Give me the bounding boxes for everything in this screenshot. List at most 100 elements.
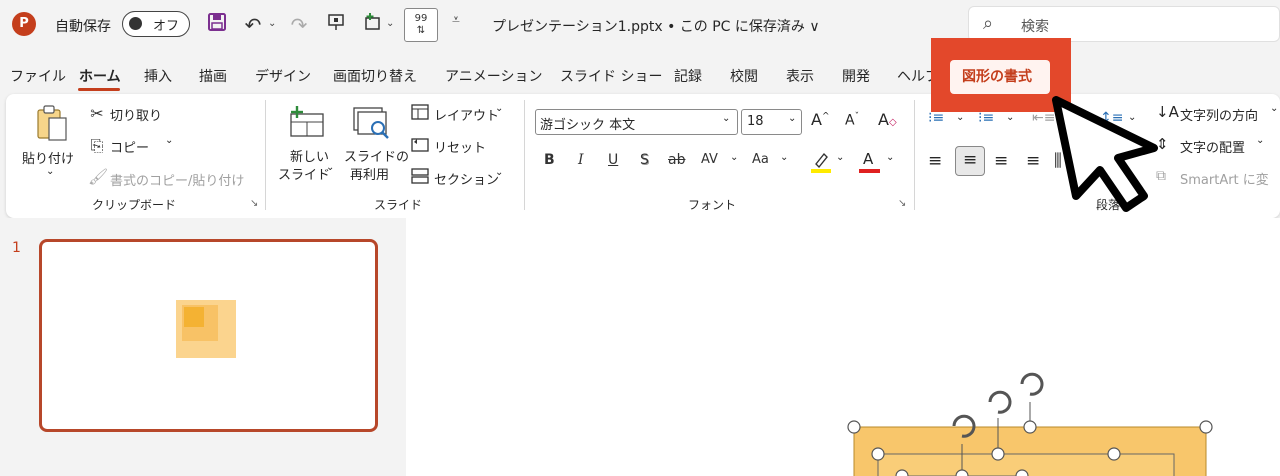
powerpoint-logo: P bbox=[12, 12, 36, 36]
document-title[interactable]: プレゼンテーション1.pptx • この PC に保存済み ∨ bbox=[492, 16, 820, 36]
search-box[interactable]: ⌕ 検索 bbox=[968, 6, 1280, 42]
layout-button[interactable]: レイアウト bbox=[434, 105, 499, 124]
font-color-dropdown-icon[interactable]: ⌄ bbox=[886, 152, 894, 163]
text-direction-dropdown-icon[interactable]: ⌄ bbox=[1270, 103, 1278, 114]
shadow-button[interactable]: S bbox=[640, 152, 649, 168]
tab-home[interactable]: ホーム bbox=[79, 66, 121, 86]
slide-number: 1 bbox=[12, 240, 21, 256]
copy-icon: ⎘ bbox=[90, 136, 104, 155]
font-size-select[interactable]: 18 ⌄ bbox=[741, 109, 802, 135]
font-color-icon[interactable]: A bbox=[859, 150, 881, 174]
cut-button[interactable]: 切り取り bbox=[110, 105, 162, 124]
reuse-slides-label-1[interactable]: スライドの bbox=[344, 146, 409, 165]
italic-button[interactable]: I bbox=[578, 152, 584, 168]
redo-icon: ↷ bbox=[290, 13, 308, 37]
align-right-icon[interactable]: ≡ bbox=[994, 151, 1008, 171]
clipboard-launcher-icon[interactable]: ↘ bbox=[250, 198, 258, 209]
search-placeholder: 検索 bbox=[1021, 19, 1049, 35]
shrink-font-icon[interactable]: Aˇ bbox=[845, 112, 859, 129]
case-dropdown-icon[interactable]: ⌄ bbox=[780, 152, 788, 163]
qa-dropdown-icon[interactable]: ⌄ bbox=[386, 18, 394, 29]
format-painter-button: 書式のコピー/貼り付け bbox=[110, 174, 245, 189]
numbering-dropdown-icon[interactable]: ⌄ bbox=[1006, 112, 1014, 123]
align-text-button[interactable]: 文字の配置 bbox=[1180, 137, 1245, 156]
spacing-dropdown-icon[interactable]: ⌄ bbox=[730, 152, 738, 163]
new-slide-dropdown-icon[interactable]: ⌄ bbox=[326, 162, 334, 173]
section-dropdown-icon[interactable]: ⌄ bbox=[495, 167, 503, 178]
tab-draw[interactable]: 描画 bbox=[199, 66, 227, 86]
tab-file[interactable]: ファイル bbox=[10, 66, 66, 86]
font-name-select[interactable]: 游ゴシック 本文 ⌄ bbox=[535, 109, 738, 135]
reuse-slides-label-2[interactable]: 再利用 bbox=[350, 164, 389, 183]
copy-dropdown-icon[interactable]: ⌄ bbox=[165, 135, 173, 146]
clear-format-icon[interactable]: A◇ bbox=[878, 110, 897, 129]
tab-view[interactable]: 表示 bbox=[786, 66, 814, 86]
tab-review[interactable]: 校閲 bbox=[730, 66, 758, 86]
align-center-button[interactable]: ≡ bbox=[955, 146, 985, 176]
autosave-toggle[interactable]: オフ bbox=[122, 11, 190, 37]
undo-dropdown-icon[interactable]: ⌄ bbox=[268, 18, 276, 29]
layout-dropdown-icon[interactable]: ⌄ bbox=[495, 103, 503, 114]
mouse-cursor-icon bbox=[1052, 96, 1172, 216]
reset-icon bbox=[410, 136, 430, 156]
slides-group-label: スライド bbox=[374, 198, 423, 212]
paste-button[interactable]: 貼り付け bbox=[22, 148, 74, 167]
undo-icon[interactable]: ↶ bbox=[240, 12, 266, 38]
underline-button[interactable]: U bbox=[608, 152, 618, 168]
reuse-slides-icon[interactable] bbox=[351, 104, 393, 144]
copy-button[interactable]: コピー bbox=[110, 137, 149, 156]
bold-button[interactable]: B bbox=[544, 152, 555, 168]
char-spacing-button[interactable]: AV bbox=[701, 152, 718, 167]
numbering-icon[interactable]: ⁝≡ bbox=[978, 110, 994, 126]
align-left-icon[interactable]: ≡ bbox=[928, 151, 942, 171]
autosave-state: オフ bbox=[153, 19, 180, 34]
align-center-icon: ≡ bbox=[963, 150, 978, 170]
thumb-shape-inner bbox=[184, 307, 204, 327]
text-direction-button[interactable]: 文字列の方向 bbox=[1180, 105, 1258, 124]
layout-icon bbox=[410, 104, 430, 124]
new-slide-label-2[interactable]: スライド bbox=[278, 164, 330, 183]
strikethrough-button[interactable]: ab bbox=[668, 152, 685, 168]
clipboard-group-label: クリップボード bbox=[92, 198, 177, 212]
section-button[interactable]: セクション bbox=[434, 169, 499, 188]
tab-slideshow[interactable]: スライド ショー bbox=[560, 66, 662, 86]
new-slide-qa-icon[interactable] bbox=[362, 12, 384, 38]
align-text-dropdown-icon[interactable]: ⌄ bbox=[1256, 135, 1264, 146]
customize-qa-icon[interactable]: ⩡ bbox=[452, 12, 460, 28]
highlight-dropdown-icon[interactable]: ⌄ bbox=[836, 152, 844, 163]
paste-dropdown-icon[interactable]: ⌄ bbox=[46, 166, 54, 177]
convert-smartart-button: SmartArt に変 bbox=[1180, 173, 1269, 188]
tab-shape-format[interactable]: 図形の書式 bbox=[962, 66, 1032, 86]
grow-font-icon[interactable]: A^ bbox=[811, 110, 830, 129]
group-divider bbox=[265, 100, 266, 210]
bullets-icon[interactable]: ⁝≡ bbox=[928, 110, 944, 126]
font-dropdown-icon: ⌄ bbox=[722, 113, 731, 124]
tab-design[interactable]: デザイン bbox=[255, 66, 311, 86]
slide-thumbnail[interactable] bbox=[39, 239, 378, 432]
present-icon[interactable] bbox=[325, 12, 347, 38]
group-divider bbox=[524, 100, 525, 210]
tab-record[interactable]: 記録 bbox=[674, 66, 702, 86]
tab-animations[interactable]: アニメーション bbox=[445, 66, 542, 86]
new-slide-icon[interactable] bbox=[287, 104, 327, 142]
scissors-icon: ✂ bbox=[90, 104, 104, 123]
font-size-value: 18 bbox=[747, 114, 764, 129]
tab-transitions[interactable]: 画面切り替え bbox=[333, 66, 417, 86]
font-group-label: フォント bbox=[688, 198, 737, 212]
save-icon[interactable] bbox=[206, 12, 228, 38]
reset-button[interactable]: リセット bbox=[434, 137, 486, 156]
highlight-icon[interactable] bbox=[810, 150, 832, 174]
active-tab-indicator bbox=[78, 88, 120, 91]
bullets-dropdown-icon[interactable]: ⌄ bbox=[956, 112, 964, 123]
tab-insert[interactable]: 挿入 bbox=[144, 66, 172, 86]
font-launcher-icon[interactable]: ↘ bbox=[898, 198, 906, 209]
justify-icon[interactable]: ≡ bbox=[1026, 151, 1040, 171]
paste-icon[interactable] bbox=[32, 104, 72, 148]
tab-developer[interactable]: 開発 bbox=[842, 66, 870, 86]
autosave-label: 自動保存 bbox=[55, 19, 111, 35]
selected-shapes-canvas[interactable] bbox=[406, 218, 1280, 476]
numbering-99-icon[interactable]: 99 ⇅ bbox=[404, 8, 438, 42]
new-slide-label-1[interactable]: 新しい bbox=[290, 146, 329, 165]
section-icon bbox=[410, 168, 430, 188]
change-case-button[interactable]: Aa bbox=[752, 152, 769, 167]
